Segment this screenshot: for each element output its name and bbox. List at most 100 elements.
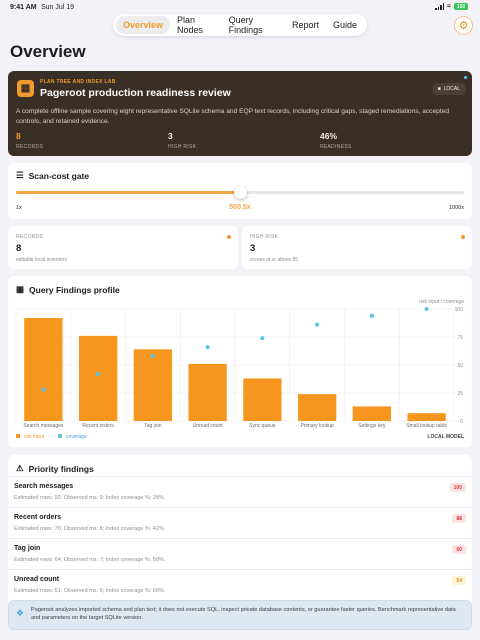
gate-value: 500.5x — [229, 204, 251, 211]
status-time: 9:41 AM — [10, 4, 37, 11]
cellular-icon — [435, 3, 445, 10]
legend-coverage-label: coverage — [66, 434, 87, 440]
priority-title: Priority findings — [28, 463, 94, 474]
disclaimer-note: ❖ Pageroot analyzes imported schema and … — [8, 600, 472, 630]
lock-icon: ■ — [437, 86, 441, 92]
gate-slider-thumb[interactable] — [233, 186, 247, 199]
y-tick-label: 0 — [460, 419, 463, 425]
y-tick-label: 50 — [457, 363, 463, 369]
info-icon: ❖ — [16, 608, 25, 618]
finding-row[interactable]: Unread count Estimated rows: 51; Observed… — [8, 569, 472, 599]
tab-plan-nodes[interactable]: Plan Nodes — [170, 11, 222, 39]
x-tick-label: Search messages — [23, 423, 64, 429]
page-title: Overview — [10, 42, 86, 61]
warning-icon: ⚠ — [16, 463, 24, 473]
finding-name: Tag join — [14, 545, 41, 552]
risk-bar — [133, 349, 173, 421]
status-date: Sun Jul 19 — [41, 4, 75, 11]
hero-title: Pageroot production readiness review — [40, 87, 231, 99]
legend-coverage-swatch — [57, 433, 63, 439]
y-tick-label: 100 — [455, 307, 464, 313]
coverage-point — [96, 371, 101, 376]
finding-name: Search messages — [14, 483, 74, 490]
legend-risk-swatch — [16, 434, 20, 438]
scan-cost-gate-card: ☰ Scan-cost gate 1x 500.5x 1000x — [8, 163, 472, 219]
findings-chart: risk input / coverage 0 25 50 75 100 Search me… — [15, 299, 464, 440]
tab-report[interactable]: Report — [285, 16, 326, 34]
battery-icon: 100 — [454, 3, 468, 10]
finding-meta: Estimated rows: 64; Observed ms: 7; Inde… — [14, 557, 166, 563]
finding-row[interactable]: Tag join Estimated rows: 64; Observed ms:… — [8, 538, 472, 568]
coverage-point — [260, 336, 265, 341]
x-tick-label: Small lookup table — [406, 423, 447, 429]
records-note: editable local inventory — [16, 257, 67, 263]
records-label: RECORDS — [16, 234, 44, 240]
y-tick-label: 25 — [457, 391, 463, 397]
high-risk-card: HIGH RISK 3 scores at or above 55 — [242, 226, 472, 269]
records-dot — [227, 235, 231, 239]
coverage-point — [424, 307, 429, 311]
tab-guide[interactable]: Guide — [326, 16, 364, 34]
hero-stat-records: 8 RECORDS — [16, 131, 44, 150]
priority-findings-card: ⚠ Priority findings Search messages Estim… — [8, 455, 472, 618]
legend-risk-label: risk input — [24, 434, 45, 440]
coverage-point — [205, 345, 210, 350]
risk-bar — [188, 363, 227, 421]
finding-score-badge: 100 — [449, 483, 466, 492]
high-risk-dot — [461, 235, 465, 239]
gate-max-label: 1000x — [449, 205, 464, 211]
sliders-icon: ☰ — [16, 170, 24, 180]
coverage-point — [369, 313, 374, 318]
finding-row[interactable]: Search messages Estimated rows: 92; Obser… — [8, 476, 472, 506]
query-findings-chart-card: ▦ Query Findings profile risk input / co… — [8, 276, 472, 447]
x-tick-label: Tag join — [144, 423, 161, 429]
finding-meta: Estimated rows: 92; Observed ms: 9; Inde… — [14, 495, 166, 501]
risk-bar — [407, 413, 446, 421]
finding-name: Recent orders — [14, 514, 62, 521]
hero-card: ▦ PLAN TREE AND INDEX LAB Pageroot produ… — [8, 71, 472, 156]
finding-score-badge: 60 — [452, 545, 466, 554]
hero-stat-readiness: 46% READINESS — [320, 131, 352, 150]
x-tick-label: Recent orders — [82, 423, 114, 429]
risk-bar — [78, 335, 118, 421]
x-tick-label: Sync queue — [249, 423, 276, 429]
risk-bar — [243, 378, 282, 421]
status-icons: ≈ 100 — [435, 3, 468, 10]
chart-axis-caption: risk input / coverage — [419, 299, 464, 305]
tab-overview[interactable]: Overview — [116, 16, 171, 34]
wifi-icon: ≈ — [447, 3, 451, 10]
finding-name: Unread count — [14, 576, 60, 583]
records-card: RECORDS 8 editable local inventory — [8, 226, 238, 269]
gate-slider-fill — [16, 191, 240, 194]
table-icon: ▦ — [17, 80, 34, 97]
gate-slider[interactable] — [16, 186, 464, 199]
hero-description: A complete offline sample covering eight… — [16, 108, 449, 125]
settings-button[interactable]: ⚙ — [454, 16, 473, 35]
high-risk-note: scores at or above 55 — [250, 257, 299, 263]
chart-model-badge: LOCAL MODEL — [427, 434, 464, 440]
high-risk-value: 3 — [250, 243, 256, 254]
gear-icon: ⚙ — [458, 20, 469, 32]
high-risk-label: HIGH RISK — [250, 234, 279, 240]
finding-score-badge: 88 — [452, 514, 466, 523]
finding-row[interactable]: Recent orders Estimated rows: 76; Observe… — [8, 507, 472, 537]
priority-header: ⚠ Priority findings — [16, 463, 94, 474]
coverage-point — [315, 322, 320, 327]
records-value: 8 — [16, 243, 22, 254]
x-tick-label: Unread count — [193, 423, 224, 429]
finding-meta: Estimated rows: 51; Observed ms: 6; Inde… — [14, 588, 166, 594]
local-badge: ■ LOCAL — [432, 83, 465, 95]
coverage-point — [150, 354, 155, 359]
finding-score-badge: 54 — [452, 576, 466, 585]
coverage-point — [41, 387, 46, 392]
risk-bar — [24, 317, 63, 421]
disclaimer-text: Pageroot analyzes imported schema and pl… — [31, 607, 456, 622]
tab-query-findings[interactable]: Query Findings — [222, 11, 285, 39]
risk-bar — [352, 406, 392, 421]
hero-stat-high-risk: 3 HIGH RISK — [168, 131, 197, 150]
gate-title: Scan-cost gate — [28, 170, 90, 181]
x-tick-label: Primary lookup — [300, 423, 334, 429]
gate-header: ☰ Scan-cost gate — [16, 170, 89, 181]
top-tab-bar: Overview Plan Nodes Query Findings Repor… — [113, 14, 367, 36]
status-dot — [464, 76, 467, 79]
